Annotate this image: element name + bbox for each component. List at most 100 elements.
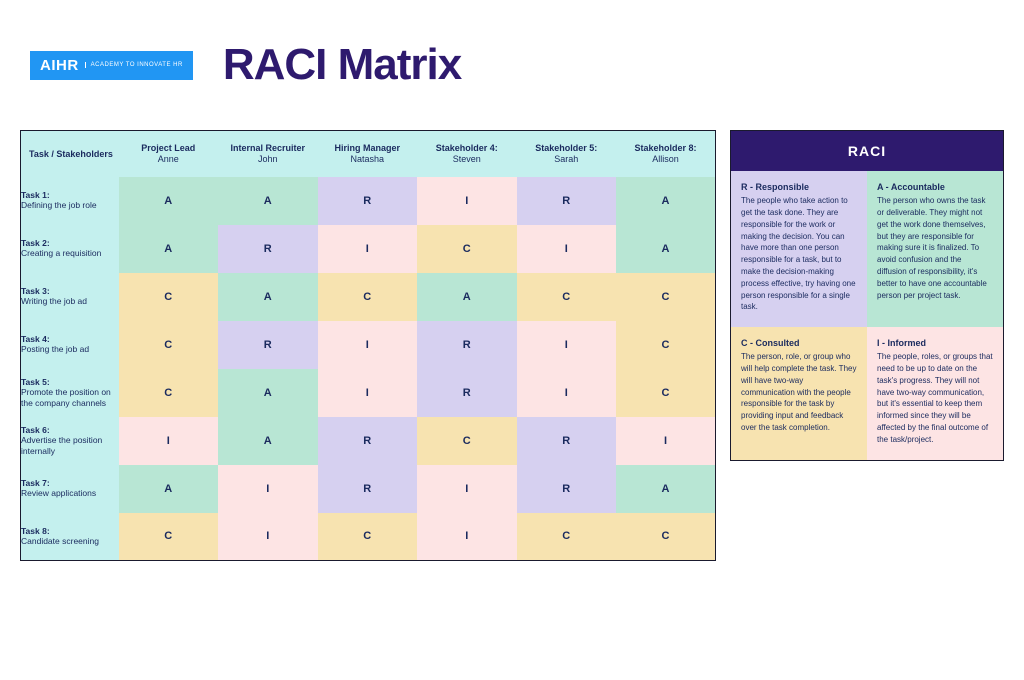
matrix-header: Task / Stakeholders Project LeadAnne Int… [21,131,716,177]
legend-responsible: R - Responsible The people who take acti… [731,171,867,327]
raci-value-cell: I [417,177,517,225]
legend-desc: The people, roles, or groups that need t… [877,352,993,444]
table-row: Task 6:Advertise the position internally… [21,417,716,465]
task-desc: Defining the job role [21,200,119,210]
raci-value-cell: C [417,417,517,465]
legend-accountable: A - Accountable The person who owns the … [867,171,1003,327]
legend-desc: The person, role, or group who will help… [741,352,856,432]
raci-value-cell: R [218,321,318,369]
task-label-cell: Task 5:Promote the position on the compa… [21,369,119,417]
task-number: Task 7: [21,478,119,488]
raci-value-cell: C [119,321,219,369]
raci-value-cell: C [417,225,517,273]
task-desc: Review applications [21,488,119,498]
raci-value-cell: C [119,513,219,561]
raci-legend-panel: RACI R - Responsible The people who take… [730,130,1004,461]
raci-value-cell: I [517,369,617,417]
raci-value-cell: A [616,465,716,513]
legend-title: C - Consulted [741,337,857,349]
stakeholder-header: Stakeholder 8:Allison [616,131,716,177]
raci-value-cell: R [318,417,418,465]
legend-header: RACI [731,131,1003,171]
raci-value-cell: I [119,417,219,465]
task-label-cell: Task 6:Advertise the position internally [21,417,119,465]
task-desc: Writing the job ad [21,296,119,306]
task-label-cell: Task 1:Defining the job role [21,177,119,225]
raci-value-cell: C [616,369,716,417]
task-number: Task 4: [21,334,119,344]
stakeholder-header: Stakeholder 4:Steven [417,131,517,177]
table-row: Task 2:Creating a requisitionARICIA [21,225,716,273]
stakeholder-header: Stakeholder 5:Sarah [517,131,617,177]
raci-value-cell: A [616,225,716,273]
task-number: Task 8: [21,526,119,536]
legend-title: R - Responsible [741,181,857,193]
task-desc: Promote the position on the company chan… [21,387,119,407]
raci-value-cell: I [517,321,617,369]
table-row: Task 1:Defining the job roleAARIRA [21,177,716,225]
task-desc: Advertise the position internally [21,435,119,455]
raci-value-cell: C [318,513,418,561]
task-desc: Posting the job ad [21,344,119,354]
raci-value-cell: A [119,177,219,225]
legend-consulted: C - Consulted The person, role, or group… [731,327,867,460]
stakeholder-name: Anne [119,154,219,164]
raci-value-cell: A [119,225,219,273]
raci-value-cell: C [616,273,716,321]
stakeholder-role: Stakeholder 5: [517,143,617,153]
raci-value-cell: A [218,369,318,417]
raci-matrix-table: Task / Stakeholders Project LeadAnne Int… [20,130,716,561]
raci-value-cell: A [218,417,318,465]
task-label-cell: Task 4:Posting the job ad [21,321,119,369]
legend-desc: The person who owns the task or delivera… [877,196,987,299]
table-row: Task 7:Review applicationsAIRIRA [21,465,716,513]
raci-value-cell: R [318,465,418,513]
task-desc: Creating a requisition [21,248,119,258]
raci-value-cell: C [119,273,219,321]
legend-informed: I - Informed The people, roles, or group… [867,327,1003,460]
stakeholder-name: John [218,154,318,164]
task-desc: Candidate screening [21,536,119,546]
raci-value-cell: I [417,513,517,561]
raci-value-cell: R [517,417,617,465]
raci-value-cell: A [119,465,219,513]
raci-value-cell: I [417,465,517,513]
raci-value-cell: I [218,513,318,561]
raci-value-cell: A [218,273,318,321]
raci-value-cell: I [318,321,418,369]
task-number: Task 1: [21,190,119,200]
task-label-cell: Task 2:Creating a requisition [21,225,119,273]
stakeholder-header: Project LeadAnne [119,131,219,177]
table-row: Task 4:Posting the job adCRIRIC [21,321,716,369]
raci-value-cell: C [616,513,716,561]
raci-value-cell: R [417,369,517,417]
matrix-body: Task 1:Defining the job roleAARIRATask 2… [21,177,716,561]
raci-value-cell: A [417,273,517,321]
table-row: Task 8:Candidate screeningCICICC [21,513,716,561]
raci-value-cell: I [218,465,318,513]
task-number: Task 3: [21,286,119,296]
stakeholder-role: Stakeholder 8: [616,143,715,153]
stakeholder-header: Internal RecruiterJohn [218,131,318,177]
raci-value-cell: R [318,177,418,225]
raci-value-cell: C [616,321,716,369]
page-title: RACI Matrix [223,40,461,90]
raci-value-cell: I [318,225,418,273]
matrix-corner: Task / Stakeholders [21,131,119,177]
task-number: Task 2: [21,238,119,248]
raci-value-cell: C [318,273,418,321]
aihr-logo: AIHR ACADEMY TO INNOVATE HR [30,51,193,80]
legend-desc: The people who take action to get the ta… [741,196,856,311]
stakeholder-name: Allison [616,154,715,164]
logo-tagline: ACADEMY TO INNOVATE HR [85,62,183,69]
raci-value-cell: R [218,225,318,273]
stakeholder-role: Project Lead [119,143,219,153]
raci-value-cell: C [119,369,219,417]
logo-brand: AIHR [40,57,79,74]
raci-value-cell: C [517,513,617,561]
raci-value-cell: I [318,369,418,417]
raci-value-cell: A [616,177,716,225]
stakeholder-name: Natasha [318,154,418,164]
legend-title: I - Informed [877,337,993,349]
stakeholder-name: Sarah [517,154,617,164]
